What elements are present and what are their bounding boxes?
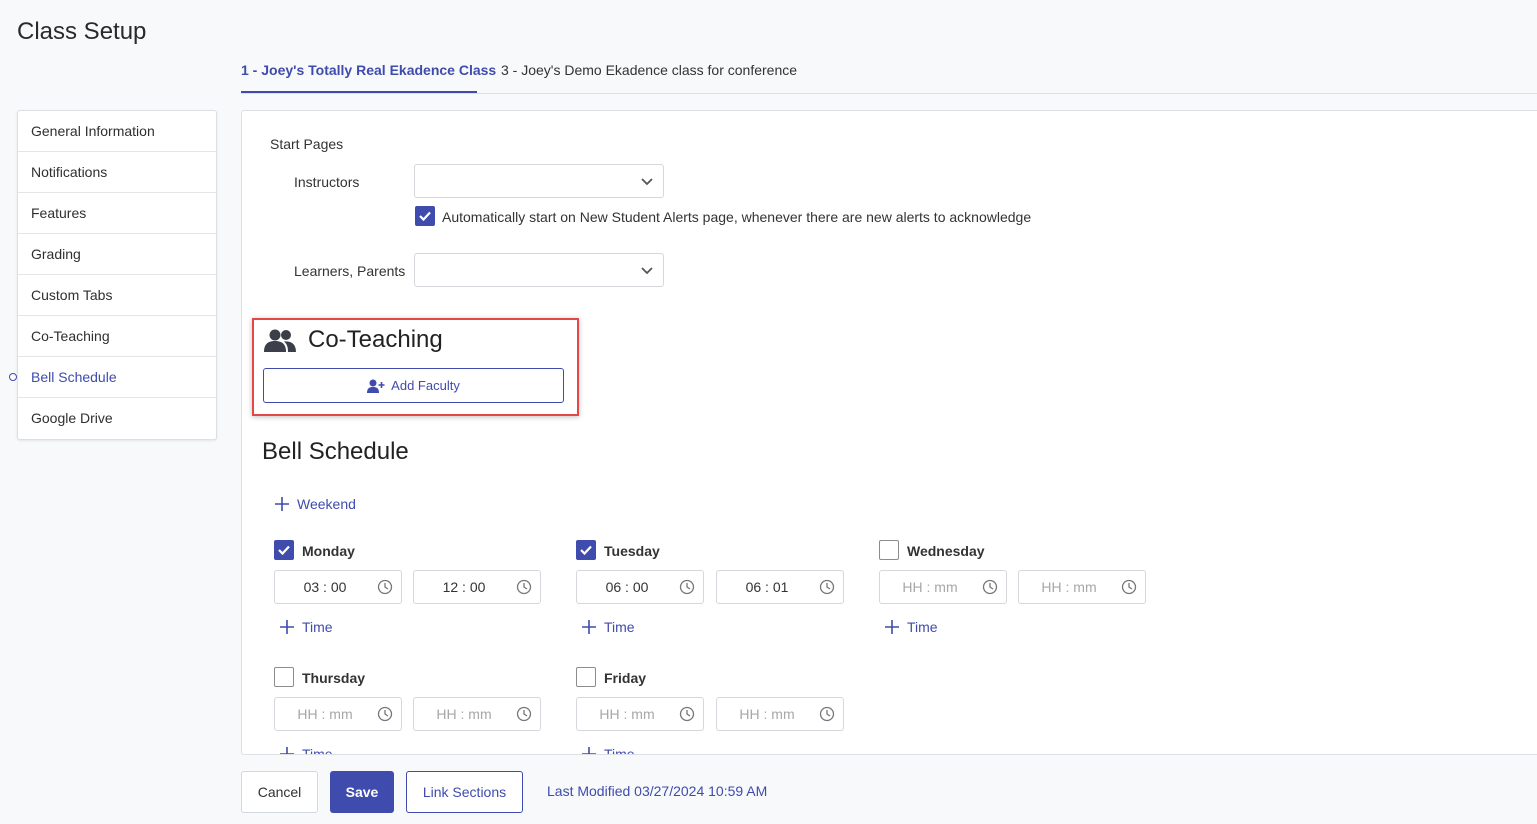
add-time-label: Time (302, 746, 333, 755)
add-weekend-link[interactable]: Weekend (275, 496, 356, 512)
wednesday-end-time-input[interactable]: HH : mm (1018, 570, 1146, 604)
tab-class-3[interactable]: 3 - Joey's Demo Ekadence class for confe… (501, 62, 797, 78)
chevron-down-icon (639, 262, 655, 283)
learners-start-page-select[interactable] (414, 253, 664, 287)
plus-icon (582, 620, 596, 634)
thursday-add-time-link[interactable]: Time (280, 746, 333, 755)
instructors-label: Instructors (294, 174, 360, 190)
co-teaching-section: Co-Teaching Add Faculty (252, 318, 579, 416)
page-title: Class Setup (17, 18, 147, 45)
plus-icon (885, 620, 899, 634)
wednesday-checkbox[interactable] (879, 540, 899, 560)
sidebar-item-co-teaching[interactable]: Co-Teaching (18, 316, 216, 357)
monday-checkbox[interactable] (274, 540, 294, 560)
clock-icon (377, 579, 393, 598)
add-time-label: Time (302, 619, 333, 635)
time-placeholder: HH : mm (1041, 579, 1097, 595)
sidebar-item-grading[interactable]: Grading (18, 234, 216, 275)
friday-checkbox[interactable] (576, 667, 596, 687)
add-faculty-button[interactable]: Add Faculty (263, 368, 564, 403)
tuesday-label: Tuesday (604, 543, 660, 559)
auto-start-alerts-label: Automatically start on New Student Alert… (442, 209, 1032, 225)
clock-icon (377, 706, 393, 725)
monday-label: Monday (302, 543, 355, 559)
user-plus-icon (367, 379, 385, 393)
friday-start-time-input[interactable]: HH : mm (576, 697, 704, 731)
monday-add-time-link[interactable]: Time (280, 619, 333, 635)
time-value: 12 : 00 (442, 579, 486, 595)
clock-icon (819, 579, 835, 598)
friday-label: Friday (604, 670, 647, 686)
learners-parents-label: Learners, Parents (294, 263, 406, 279)
sidebar-item-general-information[interactable]: General Information (18, 111, 216, 152)
thursday-end-time-input[interactable]: HH : mm (413, 697, 541, 731)
time-placeholder: HH : mm (436, 706, 492, 722)
link-sections-button[interactable]: Link Sections (406, 771, 523, 813)
sidebar-item-google-drive[interactable]: Google Drive (18, 398, 216, 439)
save-button[interactable]: Save (330, 771, 394, 813)
thursday-label: Thursday (302, 670, 366, 686)
time-placeholder: HH : mm (902, 579, 958, 595)
plus-icon (275, 497, 289, 511)
sidebar-item-label: Bell Schedule (31, 369, 117, 385)
clock-icon (982, 579, 998, 598)
time-value: 03 : 00 (303, 579, 347, 595)
thursday-checkbox[interactable] (274, 667, 294, 687)
monday-end-time-input[interactable]: 12 : 00 (413, 570, 541, 604)
weekend-label: Weekend (297, 496, 356, 512)
chevron-down-icon (639, 173, 655, 194)
add-time-label: Time (604, 619, 635, 635)
start-pages-heading: Start Pages (270, 136, 344, 152)
clock-icon (1121, 579, 1137, 598)
plus-icon (582, 747, 596, 754)
tuesday-start-time-input[interactable]: 06 : 00 (576, 570, 704, 604)
checkmark-icon (419, 211, 431, 222)
add-faculty-label: Add Faculty (391, 378, 460, 393)
users-group-icon (264, 329, 296, 358)
settings-sidebar: General Information Notifications Featur… (9, 110, 217, 440)
thursday-start-time-input[interactable]: HH : mm (274, 697, 402, 731)
time-placeholder: HH : mm (739, 706, 795, 722)
tuesday-add-time-link[interactable]: Time (582, 619, 635, 635)
clock-icon (679, 706, 695, 725)
active-indicator-dot (9, 373, 17, 381)
cancel-button[interactable]: Cancel (241, 771, 318, 813)
tab-class-1[interactable]: 1 - Joey's Totally Real Ekadence Class (241, 62, 496, 78)
monday-start-time-input[interactable]: 03 : 00 (274, 570, 402, 604)
co-teaching-title: Co-Teaching (308, 326, 443, 353)
clock-icon (516, 579, 532, 598)
tuesday-end-time-input[interactable]: 06 : 01 (716, 570, 844, 604)
friday-add-time-link[interactable]: Time (582, 746, 635, 755)
last-modified-text: Last Modified 03/27/2024 10:59 AM (547, 783, 768, 799)
auto-start-alerts-checkbox[interactable] (415, 206, 435, 226)
active-tab-indicator (241, 91, 477, 93)
add-time-label: Time (907, 619, 938, 635)
wednesday-add-time-link[interactable]: Time (885, 619, 938, 635)
time-value: 06 : 01 (745, 579, 789, 595)
sidebar-item-bell-schedule[interactable]: Bell Schedule (9, 357, 216, 398)
time-placeholder: HH : mm (297, 706, 353, 722)
clock-icon (819, 706, 835, 725)
add-time-label: Time (604, 746, 635, 755)
checkmark-icon (278, 545, 290, 556)
clock-icon (679, 579, 695, 598)
friday-end-time-input[interactable]: HH : mm (716, 697, 844, 731)
wednesday-start-time-input[interactable]: HH : mm (879, 570, 1007, 604)
settings-panel: Start Pages Instructors Automatically st… (241, 110, 1537, 755)
time-placeholder: HH : mm (599, 706, 655, 722)
clock-icon (516, 706, 532, 725)
tuesday-checkbox[interactable] (576, 540, 596, 560)
plus-icon (280, 747, 294, 754)
bell-schedule-title: Bell Schedule (262, 438, 409, 465)
sidebar-item-features[interactable]: Features (18, 193, 216, 234)
wednesday-label: Wednesday (907, 543, 985, 559)
sidebar-item-notifications[interactable]: Notifications (18, 152, 216, 193)
checkmark-icon (580, 545, 592, 556)
plus-icon (280, 620, 294, 634)
class-tabs: 1 - Joey's Totally Real Ekadence Class 3… (241, 52, 1537, 94)
instructors-start-page-select[interactable] (414, 164, 664, 198)
sidebar-item-custom-tabs[interactable]: Custom Tabs (18, 275, 216, 316)
time-value: 06 : 00 (605, 579, 649, 595)
